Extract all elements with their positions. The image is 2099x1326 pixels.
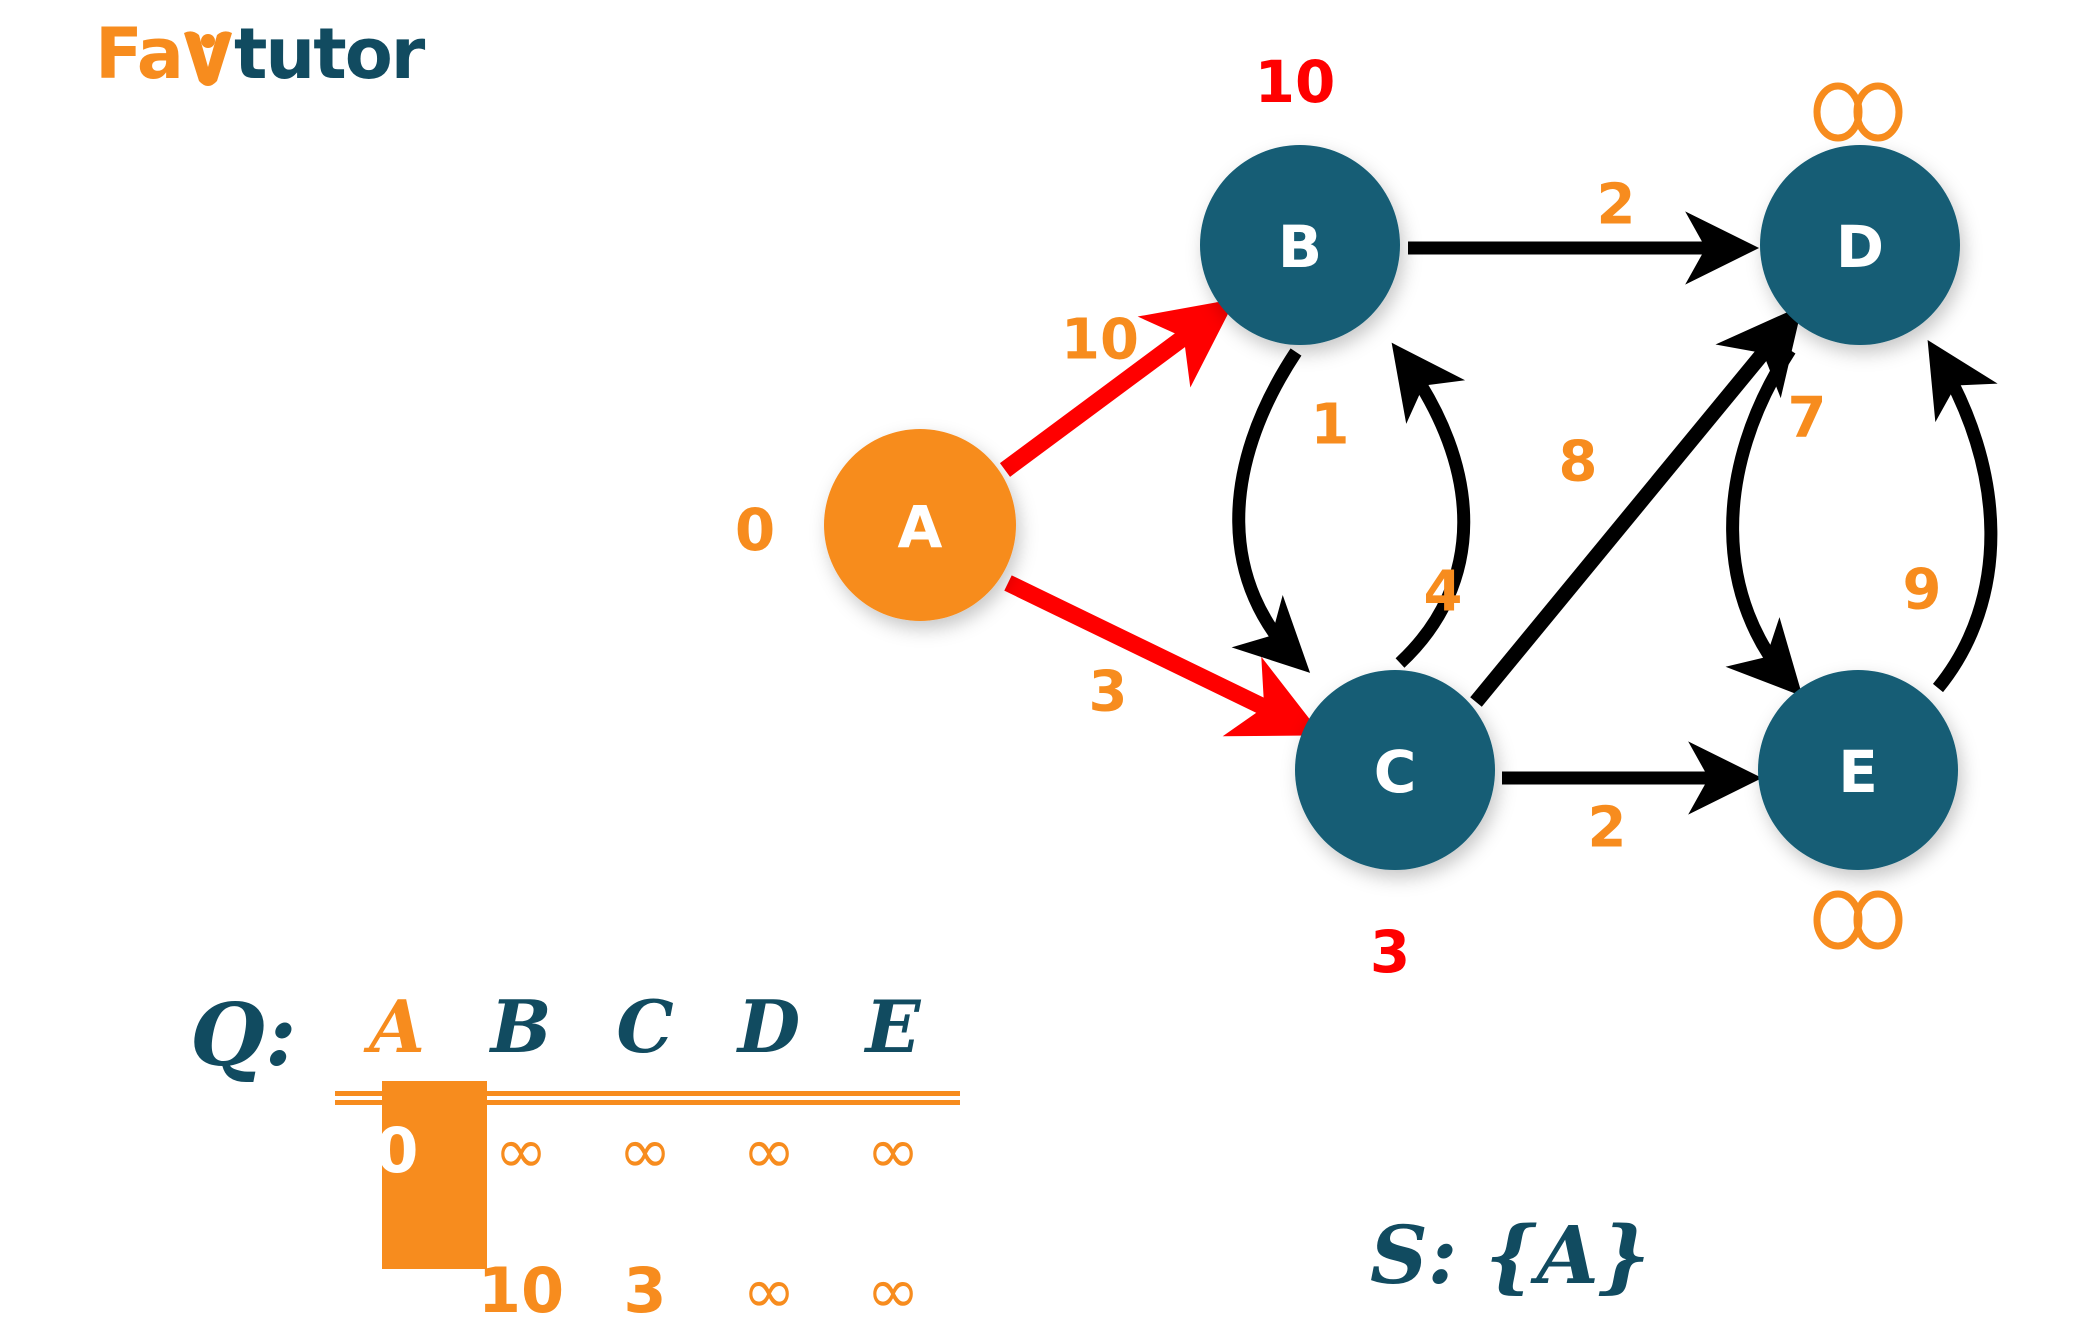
dijkstra-illustration: Fa tutor 10 3 2 1 4 8 2 7 9 A B C D E 0 … (0, 0, 2099, 1326)
queue-header-divider (335, 1091, 960, 1105)
node-e[interactable]: E (1758, 670, 1958, 870)
queue-header-b: B (490, 984, 552, 1069)
node-e-label: E (1838, 738, 1878, 806)
node-c-distance: 3 (1370, 918, 1410, 986)
node-d[interactable]: D (1760, 145, 1960, 345)
queue-row-1: 0 ∞ ∞ ∞ ∞ (335, 1114, 955, 1189)
queue-row1-e: ∞ (866, 1115, 920, 1189)
node-d-distance (1813, 82, 1903, 142)
queue-row2-c: 3 (623, 1254, 667, 1326)
edge-weight-c-b: 4 (1424, 560, 1463, 625)
node-b[interactable]: B (1200, 145, 1400, 345)
node-c[interactable]: C (1295, 670, 1495, 870)
queue-row-2: 10 3 ∞ ∞ (335, 1254, 955, 1326)
queue-header-a: A (369, 984, 425, 1069)
node-b-label: B (1278, 213, 1322, 281)
edge-weight-d-e: 7 (1788, 386, 1827, 451)
edge-weight-b-d: 2 (1597, 173, 1636, 238)
queue-header-row: A B C D E (335, 991, 955, 1063)
queue-header-c: C (616, 984, 674, 1069)
edge-weight-c-d: 8 (1559, 430, 1598, 495)
edge-weight-b-c: 1 (1311, 393, 1350, 458)
node-e-distance (1813, 890, 1903, 950)
queue-row1-d: ∞ (742, 1115, 796, 1189)
edge-e-d (1927, 340, 1998, 693)
queue-header-d: D (737, 984, 801, 1069)
edge-b-c (1231, 348, 1311, 673)
node-a[interactable]: A (824, 429, 1016, 621)
queue-header-e: E (865, 984, 921, 1069)
node-b-distance: 10 (1255, 48, 1336, 116)
graph-nodes: A B C D E (824, 145, 1960, 870)
node-d-label: D (1836, 213, 1884, 281)
queue-label: Q: (190, 985, 297, 1086)
edge-weight-c-e: 2 (1588, 796, 1627, 861)
edge-weight-e-d: 9 (1903, 558, 1942, 623)
queue-row1-a: 0 (375, 1114, 419, 1187)
node-c-label: C (1374, 738, 1417, 806)
edge-weight-a-c: 3 (1089, 660, 1128, 725)
edge-d-e (1725, 346, 1803, 697)
queue-row1-c: ∞ (618, 1115, 672, 1189)
edge-weight-a-b: 10 (1061, 308, 1139, 373)
node-a-distance: 0 (735, 496, 775, 564)
queue-row2-b: 10 (477, 1254, 565, 1326)
queue-row2-d: ∞ (742, 1255, 796, 1326)
queue-row2-e: ∞ (866, 1255, 920, 1326)
node-a-label: A (898, 493, 943, 561)
queue-row2-a (335, 1260, 459, 1324)
queue-row1-b: ∞ (494, 1115, 548, 1189)
edge-c-d (1470, 305, 1803, 707)
visited-set-label: S: {A} (1370, 1208, 1651, 1302)
priority-queue-table: Q: A B C D E 0 ∞ ∞ ∞ ∞ 10 3 ∞ ∞ (190, 985, 990, 1324)
